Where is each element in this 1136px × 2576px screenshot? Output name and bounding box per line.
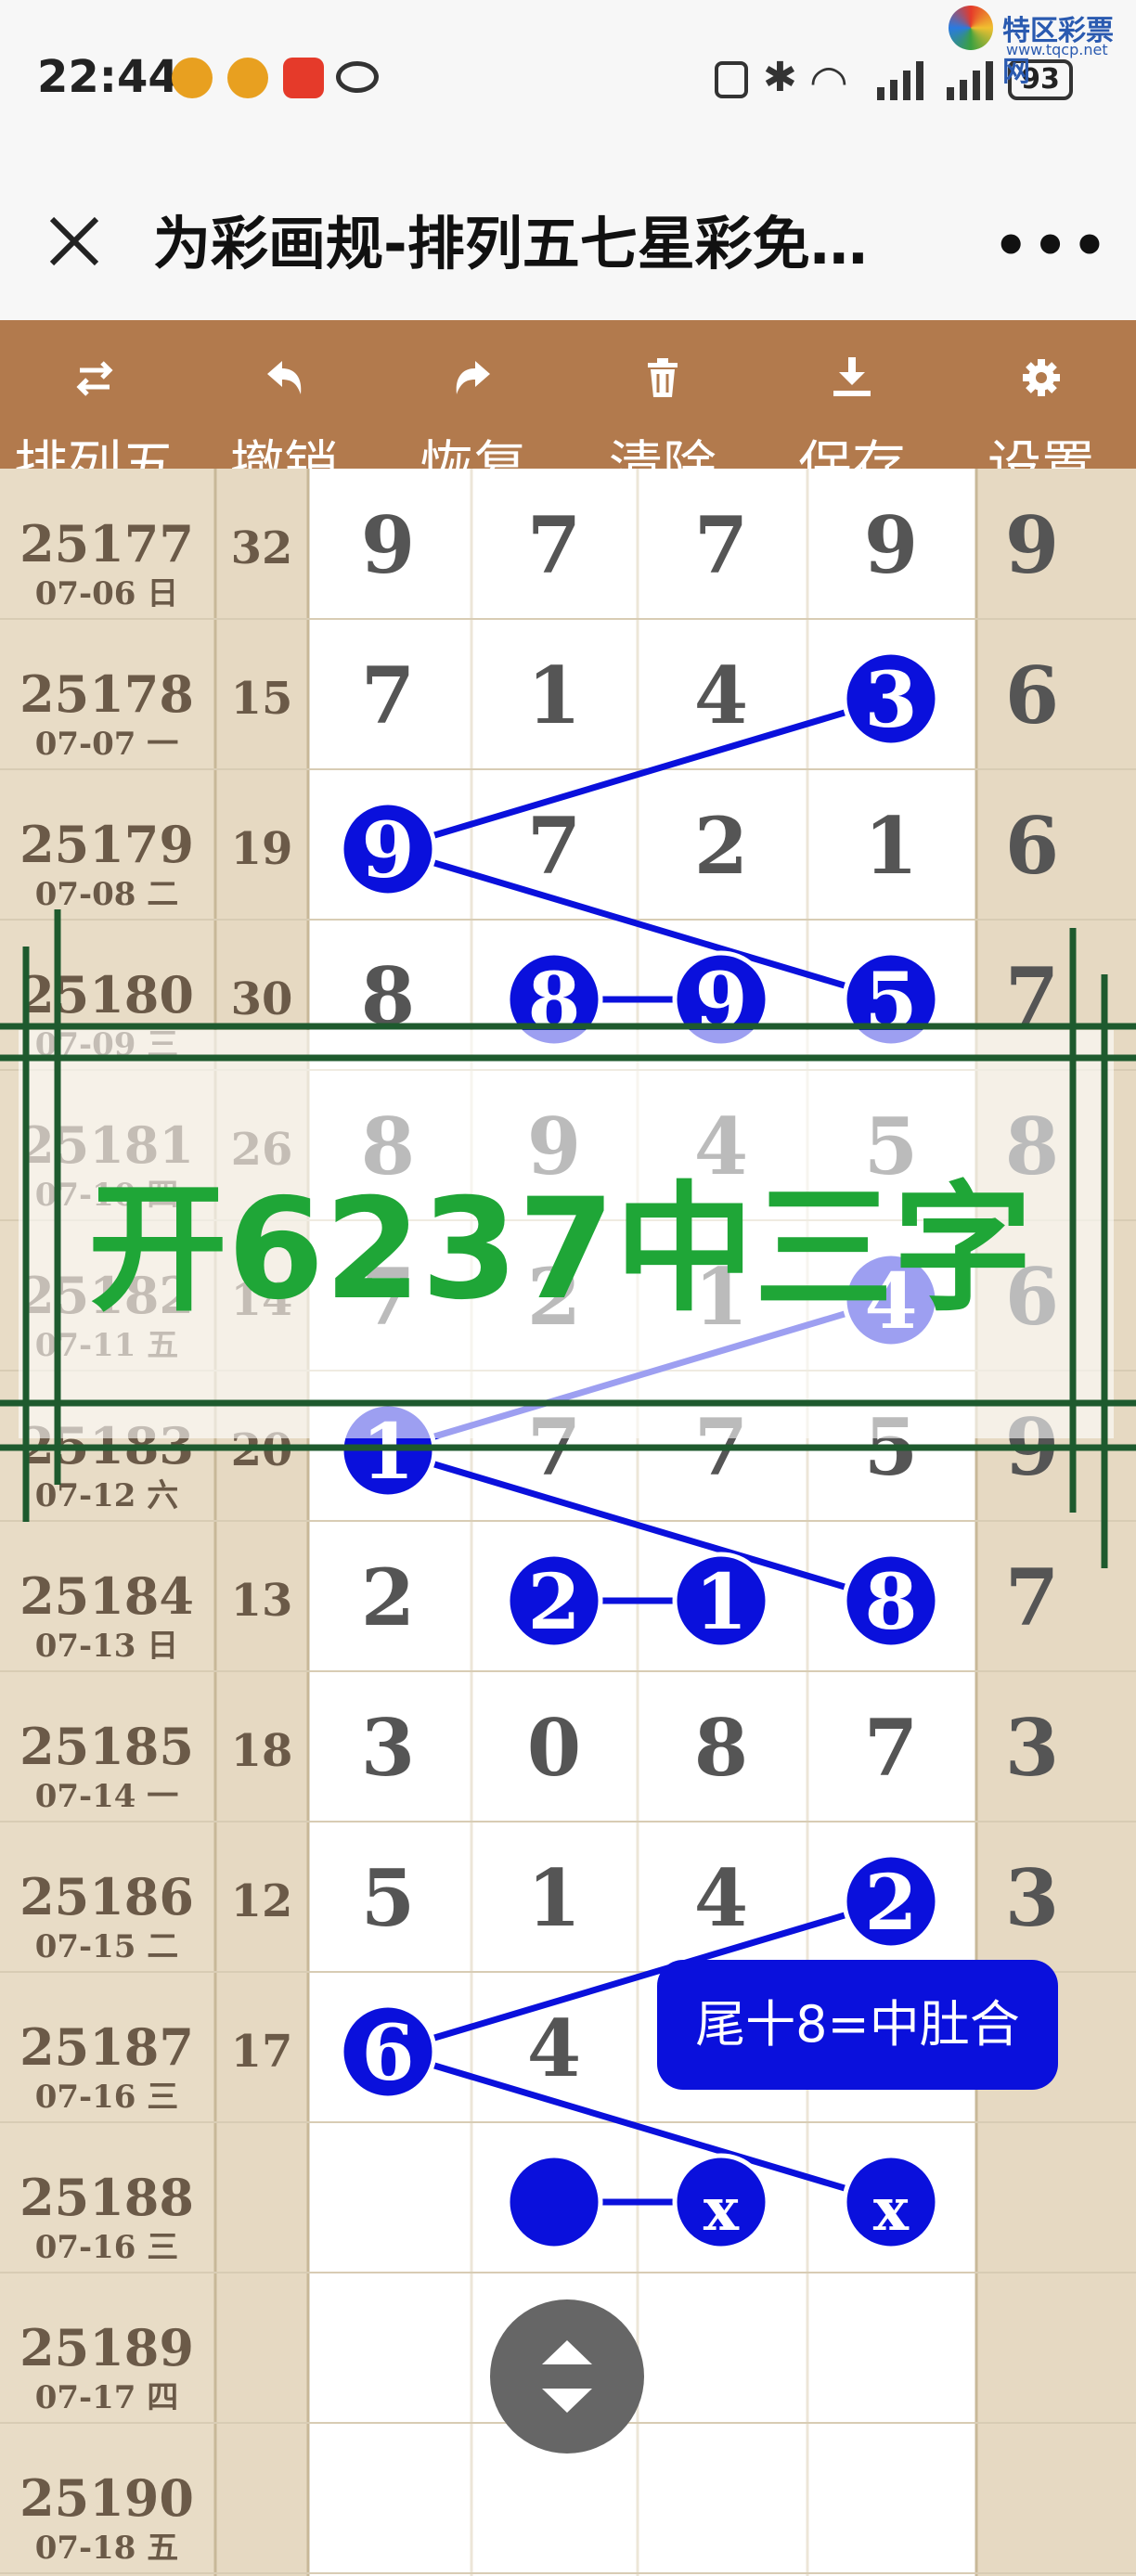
tooltip-hint: 尾十8=中肚合 [657, 1960, 1058, 2090]
watermark-text: 开6237中三字 [88, 1169, 1033, 1331]
scroll-toggle-button[interactable] [490, 2299, 644, 2454]
up-down-icon [542, 2340, 592, 2413]
